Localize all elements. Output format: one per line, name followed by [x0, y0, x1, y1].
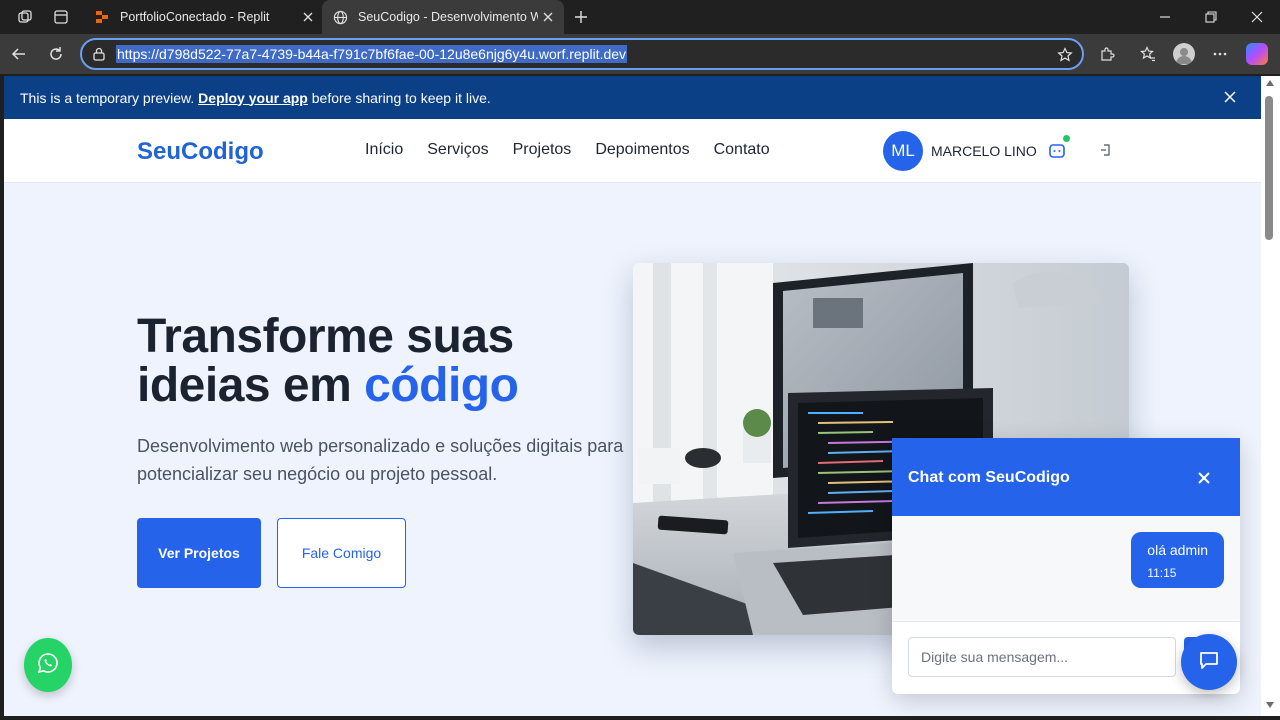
ver-projetos-button[interactable]: Ver Projetos: [137, 518, 261, 588]
tab-title: SeuCodigo - Desenvolvimento Web: [358, 10, 538, 24]
avatar[interactable]: ML: [883, 131, 923, 171]
online-indicator: [1063, 135, 1070, 142]
browser-tab-bar: PortfolioConectado - Replit SeuCodigo - …: [0, 0, 1280, 34]
preview-banner: This is a temporary preview. Deploy your…: [4, 76, 1261, 119]
user-name[interactable]: MARCELO LINO: [931, 143, 1037, 159]
address-bar[interactable]: https://d798d522-77a7-4739-b44a-f791c7bf…: [80, 38, 1084, 70]
chat-title: Chat com SeuCodigo: [908, 469, 1070, 486]
minimize-icon[interactable]: [1154, 6, 1176, 28]
profile-icon[interactable]: [1173, 43, 1195, 65]
copilot-icon[interactable]: [1246, 43, 1268, 65]
nav-projetos[interactable]: Projetos: [513, 141, 572, 159]
url-text[interactable]: https://d798d522-77a7-4739-b44a-f791c7bf…: [116, 45, 628, 63]
fale-comigo-button[interactable]: Fale Comigo: [277, 518, 406, 588]
message-time: 11:15: [1147, 566, 1177, 580]
hero-title: Transforme suas ideias em código: [137, 310, 519, 412]
replit-favicon: [94, 9, 110, 25]
page-scrollbar[interactable]: [1261, 76, 1280, 720]
page-viewport: This is a temporary preview. Deploy your…: [4, 76, 1261, 716]
message-icon: [1198, 649, 1220, 676]
nav-depoimentos[interactable]: Depoimentos: [595, 141, 689, 159]
tab-title: PortfolioConectado - Replit: [120, 10, 270, 24]
back-icon[interactable]: [8, 43, 30, 65]
scrollbar-thumb[interactable]: [1265, 96, 1273, 240]
refresh-icon[interactable]: [45, 43, 67, 65]
taskbar-edge: [0, 716, 1280, 720]
nav-contato[interactable]: Contato: [714, 141, 770, 159]
star-icon[interactable]: [1056, 46, 1074, 64]
nav-servicos[interactable]: Serviços: [427, 141, 488, 159]
favorites-icon[interactable]: [1137, 43, 1159, 65]
close-icon[interactable]: [538, 7, 558, 27]
close-icon[interactable]: [1246, 6, 1268, 28]
logout-icon[interactable]: [1096, 141, 1114, 159]
message-text: olá admin: [1147, 542, 1208, 558]
scroll-up-arrow[interactable]: [1266, 80, 1274, 86]
hero-subtitle: Desenvolvimento web personalizado e solu…: [137, 436, 624, 484]
chat-header: Chat com SeuCodigo: [892, 438, 1240, 516]
banner-text: This is a temporary preview. Deploy your…: [20, 89, 491, 106]
chat-icon[interactable]: [1047, 141, 1067, 161]
close-icon[interactable]: [1221, 88, 1239, 106]
browser-toolbar: https://d798d522-77a7-4739-b44a-f791c7bf…: [0, 34, 1280, 74]
chat-message: olá admin 11:15: [1131, 532, 1224, 588]
tab-seucodigo[interactable]: SeuCodigo - Desenvolvimento Web: [322, 0, 564, 34]
workspaces-icon[interactable]: [14, 6, 36, 28]
lock-icon[interactable]: [90, 45, 108, 63]
whatsapp-icon: [37, 652, 59, 679]
main-nav: Início Serviços Projetos Depoimentos Con…: [365, 141, 794, 159]
close-icon[interactable]: [298, 7, 318, 27]
scroll-down-arrow[interactable]: [1266, 702, 1274, 708]
close-icon[interactable]: [1196, 470, 1212, 486]
whatsapp-button[interactable]: [24, 638, 72, 692]
site-logo[interactable]: SeuCodigo: [137, 138, 264, 166]
chat-messages: olá admin 11:15: [892, 516, 1240, 622]
plus-icon[interactable]: [570, 6, 592, 28]
extensions-icon[interactable]: [1096, 43, 1118, 65]
globe-icon: [332, 9, 348, 25]
restore-icon[interactable]: [1200, 6, 1222, 28]
deploy-link[interactable]: Deploy your app: [198, 90, 308, 106]
chat-toggle-button[interactable]: [1181, 634, 1237, 690]
more-icon[interactable]: [1209, 43, 1231, 65]
chat-message-input[interactable]: [908, 637, 1176, 677]
site-header: SeuCodigo Início Serviços Projetos Depoi…: [4, 119, 1261, 183]
tab-actions-icon[interactable]: [50, 6, 72, 28]
tab-portfolio[interactable]: PortfolioConectado - Replit: [84, 0, 322, 34]
hero-title-accent: código: [364, 359, 519, 412]
nav-inicio[interactable]: Início: [365, 141, 403, 159]
